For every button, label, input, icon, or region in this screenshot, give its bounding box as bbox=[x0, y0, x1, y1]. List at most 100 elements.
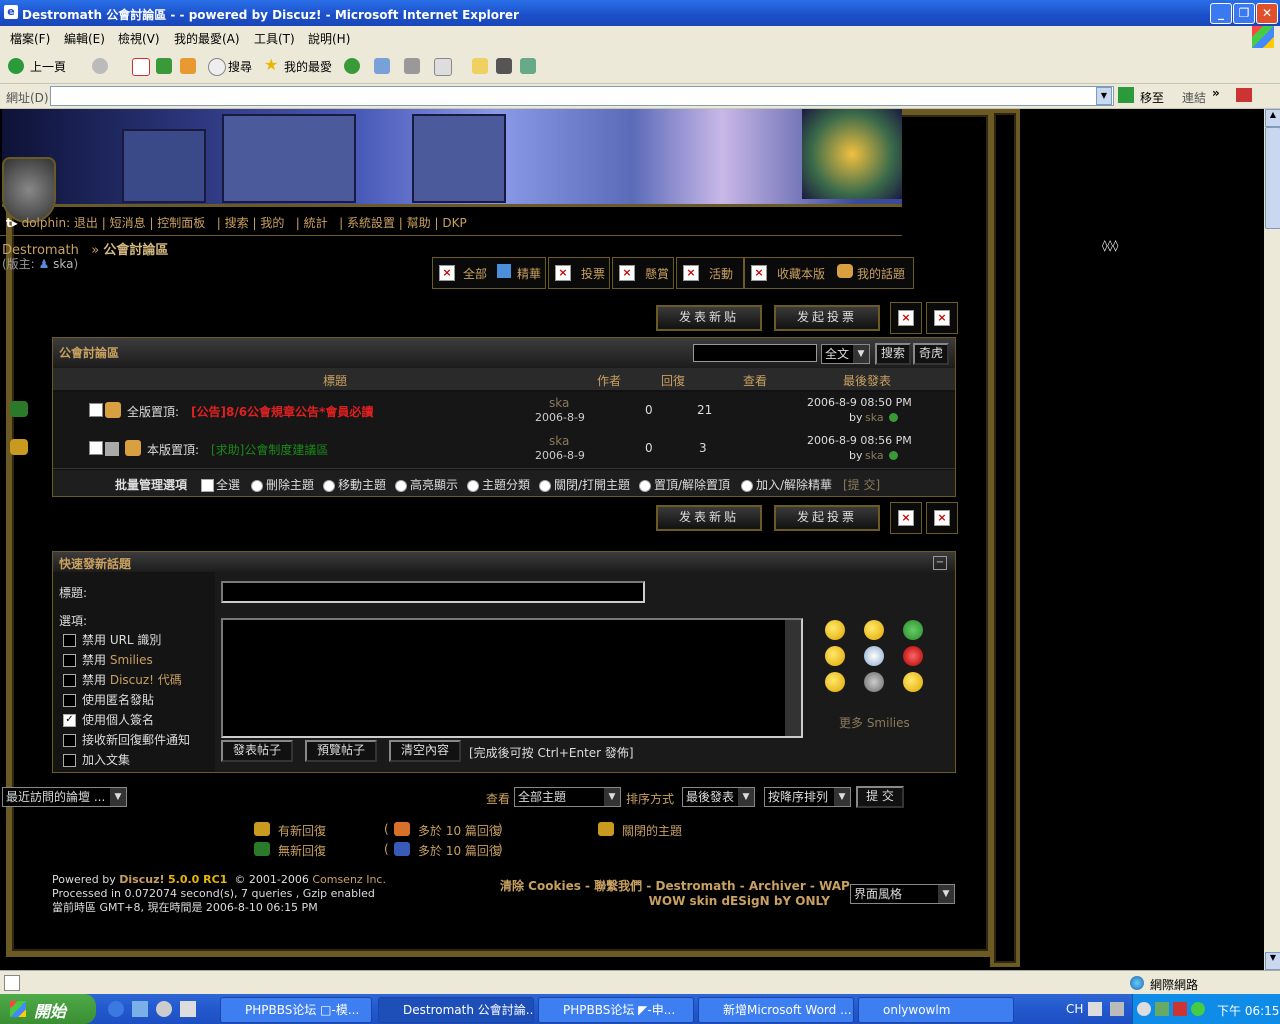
filter-poll[interactable]: 投票 bbox=[581, 265, 605, 282]
nav-help[interactable]: 幫助 bbox=[407, 216, 431, 230]
taskbar-item-active[interactable]: Destromath 公會討論... bbox=[378, 997, 534, 1023]
quicklaunch-ie-icon[interactable] bbox=[108, 1001, 124, 1017]
option-disable-url[interactable]: 禁用 URL 識別 bbox=[63, 630, 190, 650]
new-post-button-bottom[interactable]: 发表新贴 bbox=[656, 505, 762, 531]
batch-category[interactable]: 主題分類 bbox=[467, 476, 530, 493]
sort-select[interactable]: 最後發表 ▼ bbox=[682, 787, 755, 807]
thread-author[interactable]: ska bbox=[549, 434, 569, 448]
row-checkbox[interactable] bbox=[89, 441, 103, 455]
page-scrollbar[interactable]: ▲ ▼ bbox=[1264, 109, 1280, 970]
taskbar-item-1[interactable]: PHPBBS论坛 □-模... bbox=[220, 997, 372, 1023]
minimize-button[interactable]: _ bbox=[1210, 3, 1232, 24]
forum-search-input[interactable] bbox=[693, 344, 817, 362]
thread-author[interactable]: ska bbox=[549, 396, 569, 410]
row-checkbox[interactable] bbox=[89, 403, 103, 417]
clock-icon[interactable] bbox=[864, 646, 884, 666]
refresh-icon[interactable] bbox=[156, 58, 172, 74]
preview-post-button[interactable]: 預覽帖子 bbox=[305, 740, 377, 762]
language-indicator[interactable]: CH bbox=[1066, 1002, 1083, 1016]
thread-subject[interactable]: [求助]公會制度建議區 bbox=[211, 441, 328, 458]
table-row[interactable]: 全版置頂: [公告]8/6公會規章公告*會員必讀 ska 2006-8-9 0 … bbox=[53, 392, 955, 431]
quicklaunch-media-icon[interactable] bbox=[156, 1001, 172, 1017]
subject-input[interactable] bbox=[221, 581, 645, 603]
grin-icon[interactable] bbox=[864, 620, 884, 640]
goto-last-icon[interactable] bbox=[889, 413, 898, 422]
menu-view[interactable]: 檢視(V) bbox=[118, 30, 160, 47]
filter-activity[interactable]: 活動 bbox=[709, 265, 733, 282]
keyboard-icon[interactable] bbox=[1088, 1002, 1102, 1016]
scroll-thumb[interactable] bbox=[1265, 127, 1280, 229]
research-icon[interactable] bbox=[520, 58, 536, 74]
nav-messages[interactable]: 短消息 bbox=[110, 216, 146, 230]
menu-edit[interactable]: 編輯(E) bbox=[64, 30, 105, 47]
alien-icon[interactable] bbox=[903, 620, 923, 640]
search-scope-select[interactable]: 全文 ▼ bbox=[821, 344, 870, 364]
batch-close-open[interactable]: 關閉/打開主題 bbox=[539, 476, 630, 493]
menu-help[interactable]: 說明(H) bbox=[308, 30, 350, 47]
batch-digest[interactable]: 加入/解除精華 bbox=[741, 476, 832, 493]
recent-forums-select[interactable]: 最近訪問的論壇 ... ▼ bbox=[2, 787, 127, 807]
style-select[interactable]: 界面風格 ▼ bbox=[850, 884, 955, 904]
lastpost-user[interactable]: ska bbox=[865, 449, 884, 462]
stop-icon[interactable] bbox=[132, 58, 150, 76]
new-poll-button[interactable]: 发起投票 bbox=[774, 305, 880, 331]
nav-stats[interactable]: 統計 bbox=[304, 216, 328, 230]
victory-icon[interactable] bbox=[825, 646, 845, 666]
go-button[interactable]: 移至 bbox=[1140, 89, 1164, 106]
menu-file[interactable]: 檔案(F) bbox=[10, 30, 50, 47]
favorites-star-icon[interactable]: ★ bbox=[264, 55, 280, 74]
favorites-button[interactable]: 我的最愛 bbox=[284, 58, 332, 75]
footer-links-line1[interactable]: 清除 Cookies - 聯繫我們 - Destromath - Archive… bbox=[500, 879, 850, 894]
scroll-up-icon[interactable]: ▲ bbox=[1265, 109, 1280, 127]
nav-my[interactable]: 我的 bbox=[260, 216, 284, 230]
home-icon[interactable] bbox=[180, 58, 196, 74]
thread-subject[interactable]: [公告]8/6公會規章公告*會員必讀 bbox=[191, 403, 373, 420]
message-textarea[interactable] bbox=[221, 618, 803, 738]
address-dropdown-icon[interactable]: ▼ bbox=[1096, 87, 1112, 105]
links-button[interactable]: 連結 bbox=[1182, 89, 1206, 106]
messenger-icon[interactable] bbox=[496, 58, 512, 74]
collapse-icon[interactable]: − bbox=[933, 556, 947, 570]
option-signature[interactable]: ✓ 使用個人簽名 bbox=[63, 710, 190, 730]
links-chevron-icon[interactable]: » bbox=[1212, 86, 1220, 100]
scroll-down-icon[interactable]: ▼ bbox=[1265, 952, 1280, 970]
filter-my-topics[interactable]: 我的話題 bbox=[857, 265, 905, 282]
smile-icon[interactable] bbox=[825, 620, 845, 640]
close-button[interactable]: ✕ bbox=[1256, 3, 1278, 24]
search-icon[interactable] bbox=[208, 58, 226, 76]
filter-all[interactable]: 全部 bbox=[463, 265, 487, 282]
table-row[interactable]: 本版置頂: [求助]公會制度建議區 ska 2006-8-9 0 3 2006-… bbox=[53, 430, 955, 469]
nav-logout[interactable]: 退出 bbox=[74, 216, 98, 230]
forward-arrow-icon[interactable] bbox=[92, 58, 108, 74]
extra-action-2[interactable]: × bbox=[926, 302, 958, 334]
search-button[interactable]: 搜索 bbox=[875, 343, 911, 365]
option-email-notify[interactable]: 接收新回復郵件通知 bbox=[63, 730, 190, 750]
history-icon[interactable] bbox=[344, 58, 360, 74]
option-disable-discuz-code[interactable]: 禁用 Discuz! 代碼 bbox=[63, 670, 190, 690]
taskbar-item-3[interactable]: PHPBBS论坛 ◤-申... bbox=[538, 997, 694, 1023]
start-button[interactable]: 開始 bbox=[0, 994, 96, 1024]
menu-tools[interactable]: 工具(T) bbox=[254, 30, 295, 47]
taskbar-item-4[interactable]: 新增Microsoft Word ... bbox=[698, 997, 854, 1023]
batch-sticky[interactable]: 置頂/解除置頂 bbox=[639, 476, 730, 493]
option-add-to-collection[interactable]: 加入文集 bbox=[63, 750, 190, 770]
batch-highlight[interactable]: 高亮顯示 bbox=[395, 476, 458, 493]
option-disable-smilies[interactable]: 禁用 Smilies bbox=[63, 650, 190, 670]
nav-control-panel[interactable]: 控制面板 bbox=[157, 216, 205, 230]
new-post-button[interactable]: 发表新贴 bbox=[656, 305, 762, 331]
quicklaunch-desktop-icon[interactable] bbox=[180, 1001, 196, 1017]
more-smilies-link[interactable]: 更多 Smilies bbox=[839, 714, 910, 731]
shy-icon[interactable] bbox=[903, 672, 923, 692]
view-select[interactable]: 全部主題 ▼ bbox=[514, 787, 621, 807]
extra-action-3[interactable]: × bbox=[890, 502, 922, 534]
ie-addon-icon[interactable] bbox=[1236, 88, 1252, 102]
handshake-icon[interactable] bbox=[825, 672, 845, 692]
maximize-button[interactable]: ❐ bbox=[1233, 3, 1255, 24]
search-button[interactable]: 搜尋 bbox=[228, 58, 252, 75]
back-button[interactable]: 上一頁 bbox=[30, 58, 66, 75]
moderator-name[interactable]: ska bbox=[53, 257, 73, 271]
nav-dkp[interactable]: DKP bbox=[442, 216, 466, 230]
extra-action-1[interactable]: × bbox=[890, 302, 922, 334]
discuz-link[interactable]: Discuz! bbox=[119, 873, 164, 886]
taskbar-item-5[interactable]: onlywowlm bbox=[858, 997, 1014, 1023]
